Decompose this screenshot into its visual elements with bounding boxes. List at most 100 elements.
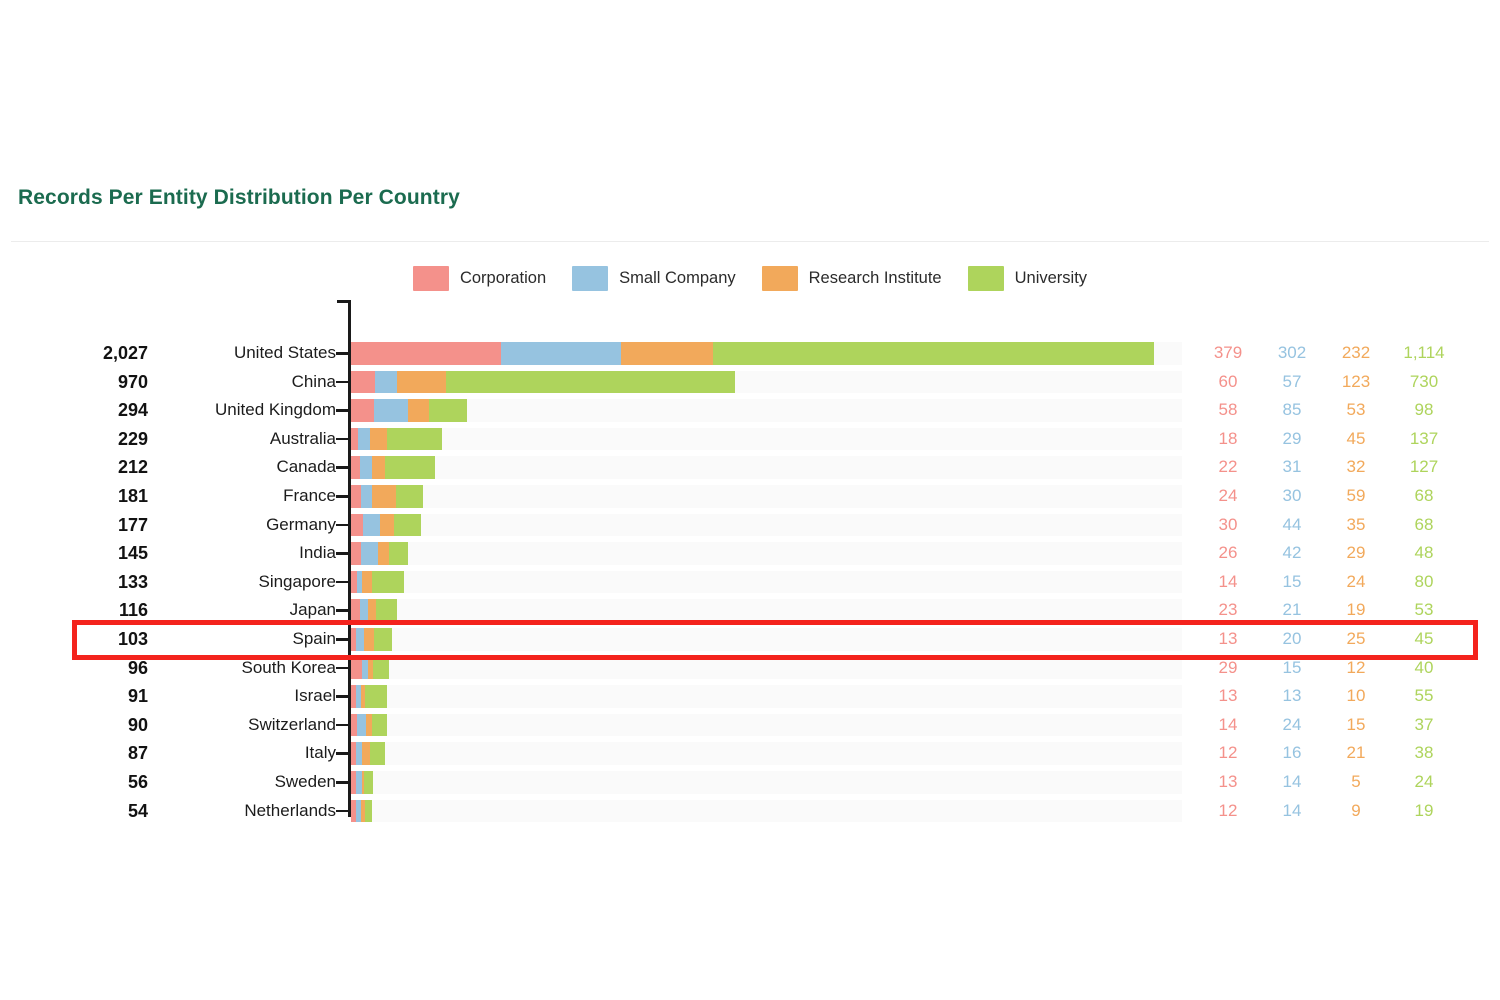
bar-segment-3[interactable] <box>371 713 387 737</box>
bar-segment-1[interactable] <box>373 399 408 422</box>
axis-tick <box>336 552 349 555</box>
bar-segment-2[interactable] <box>362 570 372 594</box>
chart-row[interactable]: 54 Netherlands 12 14 9 19 <box>0 797 1500 826</box>
stacked-bar[interactable] <box>351 570 404 594</box>
stacked-bar[interactable] <box>351 542 409 565</box>
bar-segment-1[interactable] <box>374 370 398 394</box>
bar-segment-3[interactable] <box>395 485 423 508</box>
value-label-0: 18 <box>1218 428 1238 448</box>
chart-row[interactable]: 177 Germany 30 44 35 68 <box>0 511 1500 540</box>
bar-segment-3[interactable] <box>375 599 397 622</box>
stacked-bar[interactable] <box>351 656 389 680</box>
stacked-bar[interactable] <box>351 799 373 823</box>
chart-row[interactable]: 2,027 United States 379 302 232 1,114 <box>0 339 1500 368</box>
stacked-bar[interactable] <box>351 771 374 794</box>
bar-segment-1[interactable] <box>360 599 369 622</box>
bar-segment-0[interactable] <box>351 599 361 622</box>
value-label-2: 59 <box>1346 486 1366 505</box>
chart-row[interactable]: 145 India 26 42 29 48 <box>0 539 1500 568</box>
bar-segment-0[interactable] <box>351 456 360 479</box>
stacked-bar[interactable] <box>351 342 1154 365</box>
bar-segment-2[interactable] <box>368 599 376 622</box>
stacked-bar[interactable] <box>351 427 442 451</box>
stacked-bar[interactable] <box>351 713 387 737</box>
row-total-value: 54 <box>127 800 148 821</box>
bar-track <box>351 599 1182 622</box>
bar-segment-1[interactable] <box>361 542 378 565</box>
stacked-bar[interactable] <box>351 599 397 622</box>
chart-row[interactable]: 212 Canada 22 31 32 127 <box>0 453 1500 482</box>
bar-segment-3[interactable] <box>373 628 392 651</box>
chart-row[interactable]: 87 Italy 12 16 21 38 <box>0 739 1500 768</box>
bar-segment-1[interactable] <box>358 427 370 451</box>
bar-segment-2[interactable] <box>364 628 374 651</box>
bar-segment-3[interactable] <box>712 342 1154 365</box>
chart-row[interactable]: 90 Switzerland 14 24 15 37 <box>0 711 1500 740</box>
stacked-bar[interactable] <box>351 370 736 394</box>
bar-segment-3[interactable] <box>364 799 373 823</box>
chart-row[interactable]: 133 Singapore 14 15 24 80 <box>0 568 1500 597</box>
bar-segment-3[interactable] <box>371 570 404 594</box>
chart-row[interactable]: 181 France 24 30 59 68 <box>0 482 1500 511</box>
legend-item-0[interactable]: Corporation <box>412 266 546 291</box>
bar-segment-3[interactable] <box>373 656 389 680</box>
legend-item-1[interactable]: Small Company <box>572 266 736 291</box>
bar-segment-3[interactable] <box>370 742 386 765</box>
bar-segment-1[interactable] <box>356 713 367 737</box>
bar-segment-2[interactable] <box>369 427 388 451</box>
value-label-0: 23 <box>1218 600 1238 620</box>
bar-segment-3[interactable] <box>428 399 468 422</box>
bar-segment-2[interactable] <box>620 342 713 365</box>
chart-row[interactable]: 56 Sweden 13 14 5 24 <box>0 768 1500 797</box>
bar-segment-1[interactable] <box>356 628 365 651</box>
bar-segment-2[interactable] <box>371 456 385 479</box>
stacked-bar[interactable] <box>351 399 468 422</box>
bar-segment-3[interactable] <box>365 685 388 708</box>
bar-segment-3[interactable] <box>363 771 374 794</box>
stacked-bar[interactable] <box>351 513 422 537</box>
bar-segment-2[interactable] <box>362 742 371 765</box>
bar-segment-3[interactable] <box>389 542 409 565</box>
bar-segment-3[interactable] <box>384 456 435 479</box>
bar-segment-2[interactable] <box>407 399 429 422</box>
bar-segment-2[interactable] <box>397 370 447 394</box>
bar-segment-2[interactable] <box>377 542 390 565</box>
value-label-0: 14 <box>1218 571 1238 591</box>
chart-row[interactable]: 294 United Kingdom 58 85 53 98 <box>0 396 1500 425</box>
row-value-columns: 24 30 59 68 <box>1196 482 1492 511</box>
bar-segment-1[interactable] <box>501 342 621 365</box>
bar-segment-0[interactable] <box>351 342 502 365</box>
bar-segment-2[interactable] <box>380 513 395 537</box>
legend-swatch-icon <box>572 266 609 291</box>
row-total-value: 56 <box>127 772 148 792</box>
chart-row[interactable]: 91 Israel 13 13 10 55 <box>0 682 1500 711</box>
stacked-bar[interactable] <box>351 742 386 765</box>
stacked-bar[interactable] <box>351 685 388 708</box>
chart-row[interactable]: 229 Australia 18 29 45 137 <box>0 425 1500 454</box>
stacked-bar[interactable] <box>351 456 435 479</box>
bar-segment-0[interactable] <box>351 542 362 565</box>
bar-segment-3[interactable] <box>394 513 422 537</box>
stacked-bar[interactable] <box>351 628 392 651</box>
bar-segment-3[interactable] <box>387 427 442 451</box>
bar-segment-0[interactable] <box>351 427 359 451</box>
bar-segment-1[interactable] <box>359 456 372 479</box>
row-total-value: 91 <box>127 686 148 707</box>
chart-row[interactable]: 103 Spain 13 20 25 45 <box>0 625 1500 654</box>
chart-row[interactable]: 970 China 60 57 123 730 <box>0 368 1500 397</box>
bar-segment-3[interactable] <box>446 370 736 394</box>
chart-row[interactable]: 116 Japan 23 21 19 53 <box>0 596 1500 625</box>
bar-segment-2[interactable] <box>372 485 396 508</box>
bar-segment-0[interactable] <box>351 656 363 680</box>
legend-item-3[interactable]: University <box>967 266 1087 291</box>
legend-item-2[interactable]: Research Institute <box>761 266 942 291</box>
bar-segment-0[interactable] <box>351 513 363 537</box>
row-value-columns: 58 85 53 98 <box>1196 396 1492 425</box>
bar-segment-0[interactable] <box>351 399 374 422</box>
bar-segment-0[interactable] <box>351 485 361 508</box>
stacked-bar[interactable] <box>351 485 423 508</box>
bar-segment-1[interactable] <box>360 485 373 508</box>
bar-segment-1[interactable] <box>362 513 381 537</box>
chart-row[interactable]: 96 South Korea 29 15 12 40 <box>0 654 1500 683</box>
bar-segment-0[interactable] <box>351 370 375 394</box>
